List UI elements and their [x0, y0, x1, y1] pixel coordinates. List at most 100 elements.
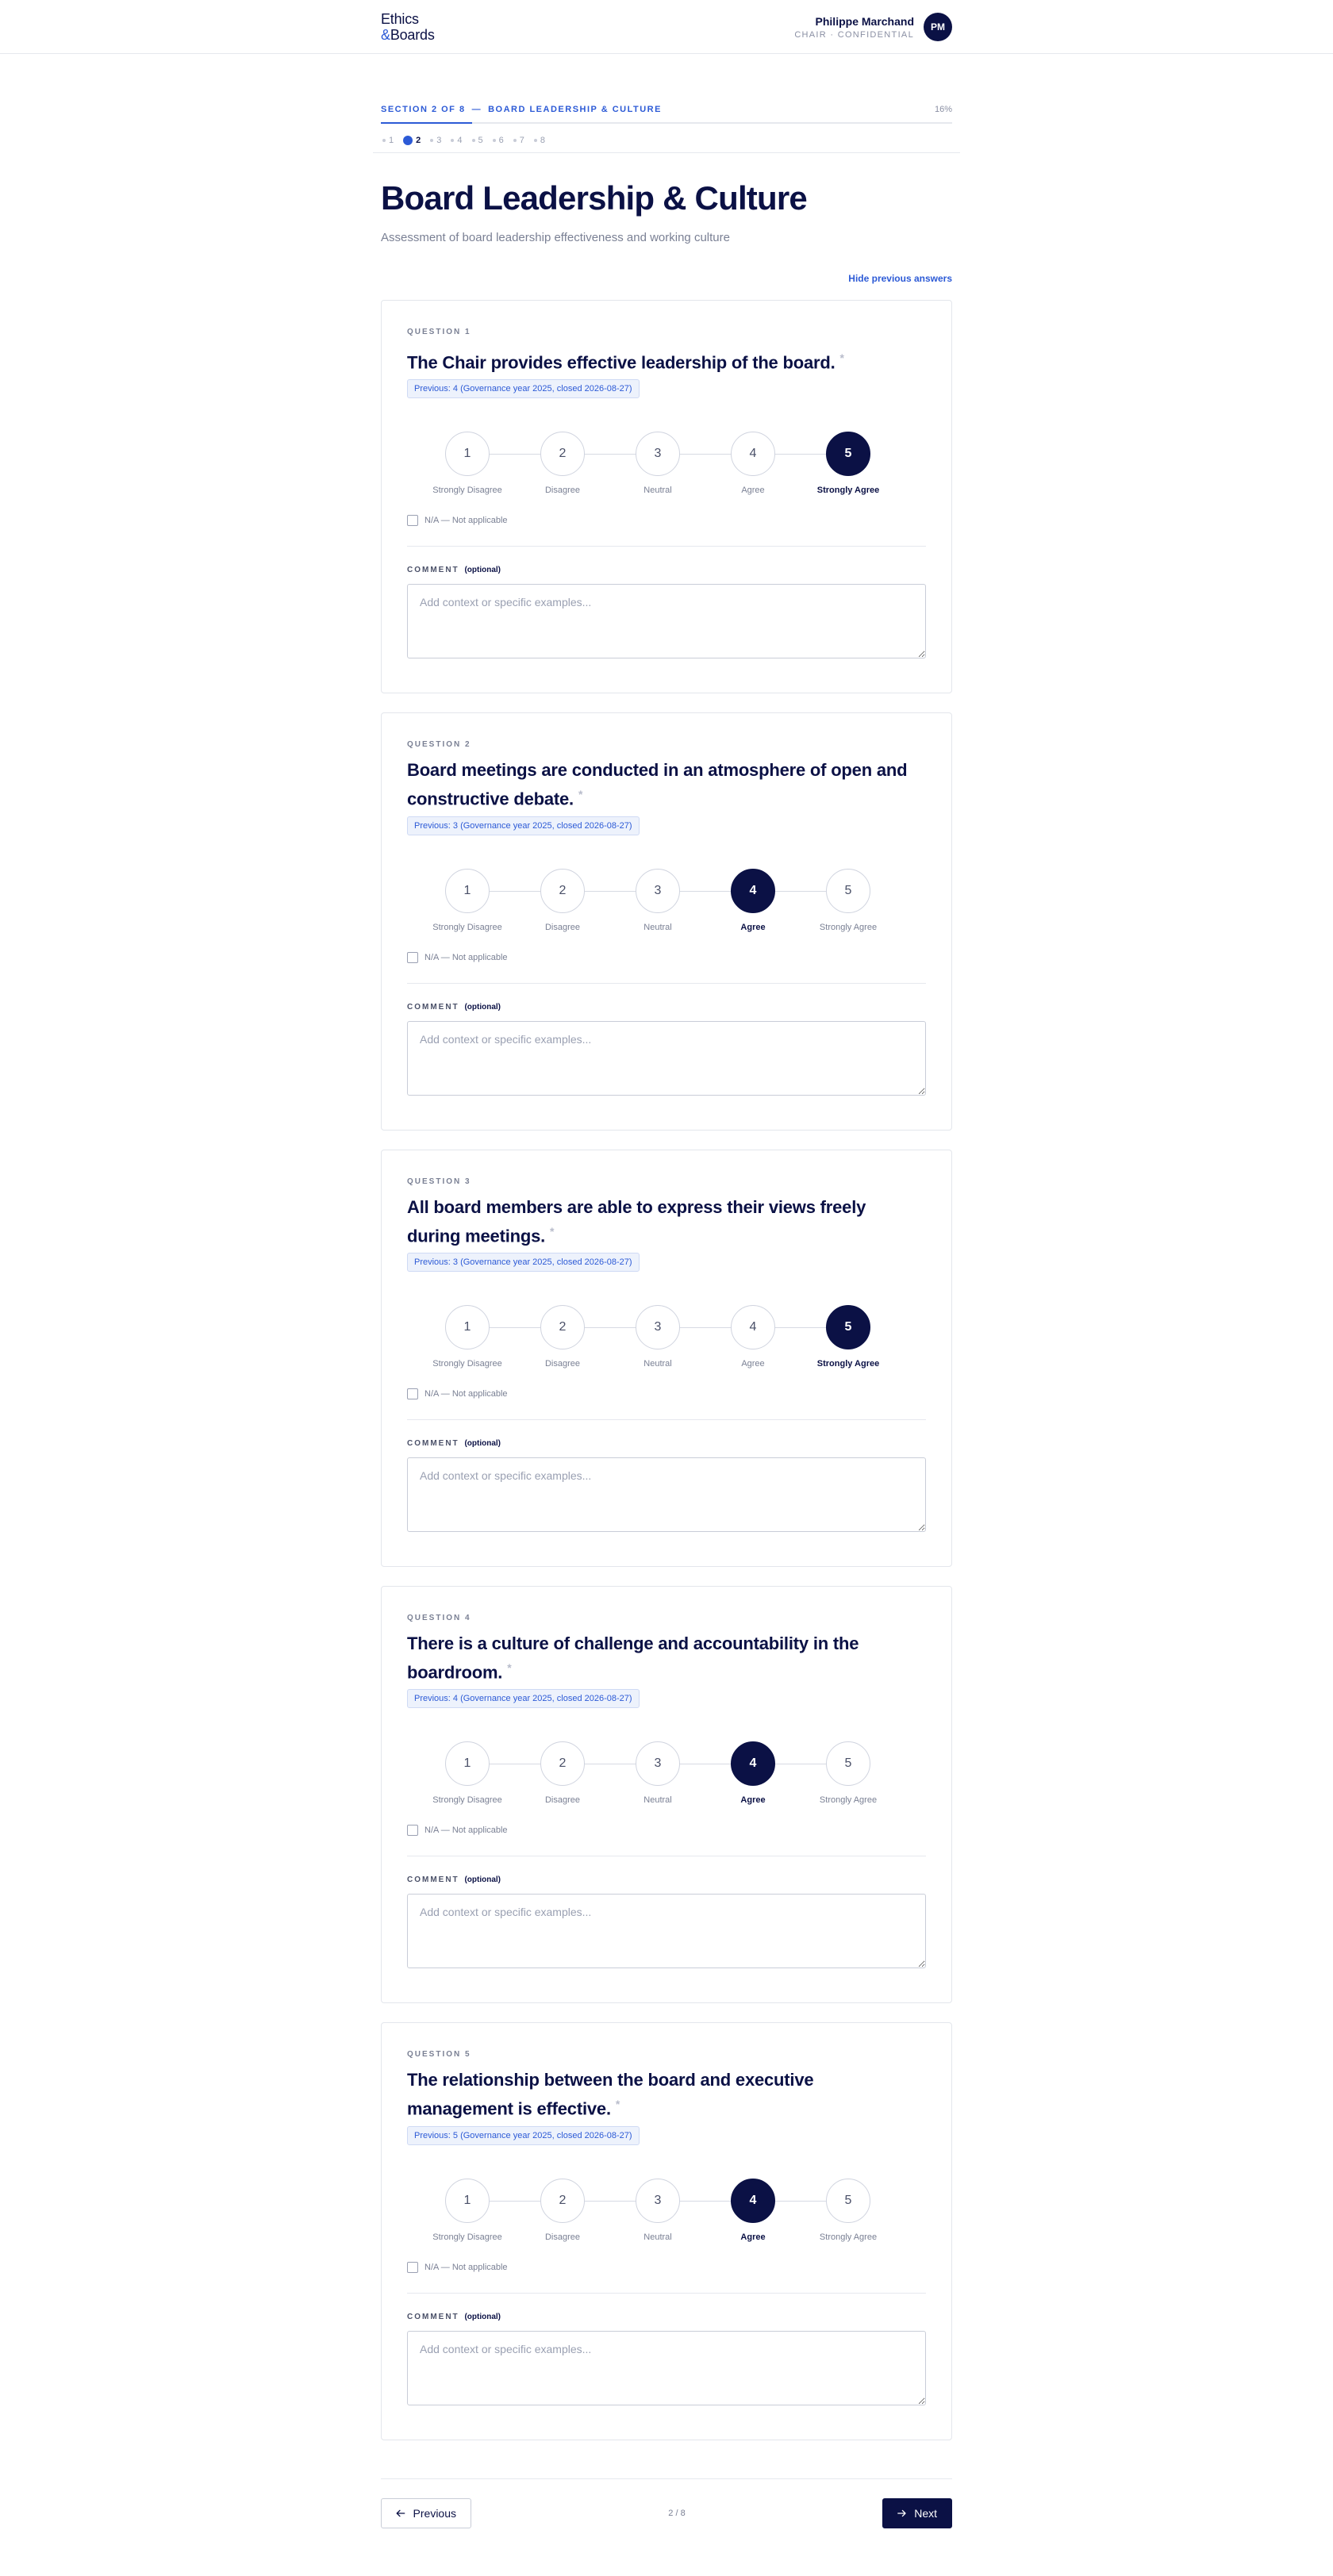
- rating-circle[interactable]: 2: [540, 1304, 585, 1349]
- next-button[interactable]: Next: [882, 2497, 952, 2528]
- na-checkbox[interactable]: [407, 515, 418, 527]
- rating-label: Strongly Agree: [816, 486, 880, 496]
- rating-option-1[interactable]: 1 Strongly Disagree: [420, 2178, 515, 2242]
- rating-circle[interactable]: 3: [636, 1741, 680, 1787]
- section-step-7[interactable]: 7: [513, 136, 524, 145]
- step-label: 1: [389, 136, 394, 145]
- rating-option-2[interactable]: 2 Disagree: [515, 868, 610, 932]
- rating-option-3[interactable]: 3 Neutral: [610, 1741, 705, 1805]
- rating-option-5[interactable]: 5 Strongly Agree: [801, 1304, 896, 1369]
- rating-option-5[interactable]: 5 Strongly Agree: [801, 868, 896, 932]
- rating-circle[interactable]: 5: [826, 868, 870, 913]
- rating-circle[interactable]: 4: [731, 868, 775, 913]
- rating-circle[interactable]: 3: [636, 1304, 680, 1349]
- section-step-4[interactable]: 4: [451, 136, 463, 145]
- section-step-5[interactable]: 5: [471, 136, 483, 145]
- section-step-6[interactable]: 6: [492, 136, 504, 145]
- rating-option-3[interactable]: 3 Neutral: [610, 1304, 705, 1369]
- rating-option-5[interactable]: 5 Strongly Agree: [801, 432, 896, 495]
- rating-circle[interactable]: 5: [826, 432, 870, 477]
- rating-circle[interactable]: 5: [826, 1741, 870, 1787]
- rating-circle[interactable]: 3: [636, 2178, 680, 2223]
- rating-circle[interactable]: 4: [731, 2178, 775, 2223]
- rating-circle[interactable]: 2: [540, 1741, 585, 1787]
- user-name: Philippe Marchand: [815, 14, 914, 28]
- rating-circle[interactable]: 4: [731, 1741, 775, 1787]
- rating-option-3[interactable]: 3 Neutral: [610, 2178, 705, 2242]
- hide-previous-answers-link[interactable]: Hide previous answers: [848, 273, 952, 284]
- section-step-8[interactable]: 8: [533, 136, 545, 145]
- rating-circle[interactable]: 2: [540, 868, 585, 913]
- rating-option-1[interactable]: 1 Strongly Disagree: [420, 1741, 515, 1805]
- rating-circle[interactable]: 1: [445, 868, 490, 913]
- rating-option-5[interactable]: 5 Strongly Agree: [801, 2178, 896, 2242]
- rating-circle[interactable]: 1: [445, 2178, 490, 2223]
- rating-option-2[interactable]: 2 Disagree: [515, 1741, 610, 1805]
- footer-divider: [381, 2478, 952, 2479]
- question-text-content: All board members are able to express th…: [407, 1196, 866, 1246]
- comment-textarea[interactable]: [407, 1457, 926, 1532]
- comment-textarea[interactable]: [407, 1894, 926, 1969]
- rating-circle[interactable]: 4: [731, 1304, 775, 1349]
- na-option[interactable]: N/A — Not applicable: [407, 2261, 926, 2274]
- rating-circle[interactable]: 5: [826, 2178, 870, 2223]
- rating-circle[interactable]: 3: [636, 432, 680, 477]
- comment-label: COMMENT (optional): [407, 566, 926, 574]
- rating-circle[interactable]: 1: [445, 1741, 490, 1787]
- rating-option-4[interactable]: 4 Agree: [705, 2178, 801, 2242]
- na-option[interactable]: N/A — Not applicable: [407, 1824, 926, 1837]
- rating-label: Strongly Disagree: [432, 1795, 502, 1806]
- comment-textarea[interactable]: [407, 1020, 926, 1096]
- rating-circle[interactable]: 2: [540, 2178, 585, 2223]
- rating-option-2[interactable]: 2 Disagree: [515, 432, 610, 495]
- required-marker: *: [839, 351, 844, 364]
- section-separator: —: [471, 105, 482, 114]
- step-label: 8: [540, 136, 545, 145]
- previous-button[interactable]: Previous: [381, 2497, 471, 2528]
- rating-option-2[interactable]: 2 Disagree: [515, 2178, 610, 2242]
- required-marker: *: [578, 788, 583, 801]
- card-divider: [407, 982, 926, 984]
- comment-label-text: COMMENT: [407, 1002, 459, 1012]
- rating-option-5[interactable]: 5 Strongly Agree: [801, 1741, 896, 1805]
- required-marker: *: [507, 1660, 512, 1674]
- na-option[interactable]: N/A — Not applicable: [407, 1388, 926, 1400]
- section-step-2[interactable]: 2: [403, 136, 421, 145]
- rating-option-4[interactable]: 4 Agree: [705, 1741, 801, 1805]
- na-option[interactable]: N/A — Not applicable: [407, 951, 926, 964]
- previous-answer-badge: Previous: 3 (Governance year 2025, close…: [407, 1252, 640, 1272]
- section-step-1[interactable]: 1: [382, 136, 394, 145]
- rating-circle[interactable]: 2: [540, 432, 585, 477]
- user-menu[interactable]: Philippe Marchand CHAIR · CONFIDENTIAL P…: [794, 13, 952, 41]
- step-dot-icon: [451, 139, 455, 142]
- question-text-content: Board meetings are conducted in an atmos…: [407, 760, 908, 809]
- na-option[interactable]: N/A — Not applicable: [407, 514, 926, 527]
- section-step-3[interactable]: 3: [430, 136, 441, 145]
- rating-option-1[interactable]: 1 Strongly Disagree: [420, 868, 515, 932]
- rating-circle[interactable]: 1: [445, 432, 490, 477]
- rating-option-4[interactable]: 4 Agree: [705, 432, 801, 495]
- avatar[interactable]: PM: [924, 13, 952, 41]
- rating-circle[interactable]: 4: [731, 432, 775, 477]
- question-number: QUESTION 2: [407, 740, 471, 750]
- na-checkbox[interactable]: [407, 951, 418, 963]
- rating-circle[interactable]: 5: [826, 1304, 870, 1349]
- rating-option-2[interactable]: 2 Disagree: [515, 1304, 610, 1369]
- rating-option-1[interactable]: 1 Strongly Disagree: [420, 432, 515, 495]
- rating-option-4[interactable]: 4 Agree: [705, 1304, 801, 1369]
- rating-circle[interactable]: 1: [445, 1304, 490, 1349]
- rating-circle[interactable]: 3: [636, 868, 680, 913]
- na-checkbox[interactable]: [407, 1825, 418, 1837]
- na-checkbox[interactable]: [407, 2261, 418, 2273]
- na-checkbox[interactable]: [407, 1388, 418, 1399]
- progress-fill: [381, 122, 473, 124]
- comment-textarea[interactable]: [407, 584, 926, 659]
- comment-textarea[interactable]: [407, 2330, 926, 2405]
- rating-option-3[interactable]: 3 Neutral: [610, 432, 705, 495]
- rating-option-3[interactable]: 3 Neutral: [610, 868, 705, 932]
- rating-option-4[interactable]: 4 Agree: [705, 868, 801, 932]
- brand-logo[interactable]: Ethics &Boards: [381, 11, 435, 43]
- rating-option-1[interactable]: 1 Strongly Disagree: [420, 1304, 515, 1369]
- card-divider: [407, 2292, 926, 2294]
- section-number: SECTION 2 OF 8: [381, 105, 466, 114]
